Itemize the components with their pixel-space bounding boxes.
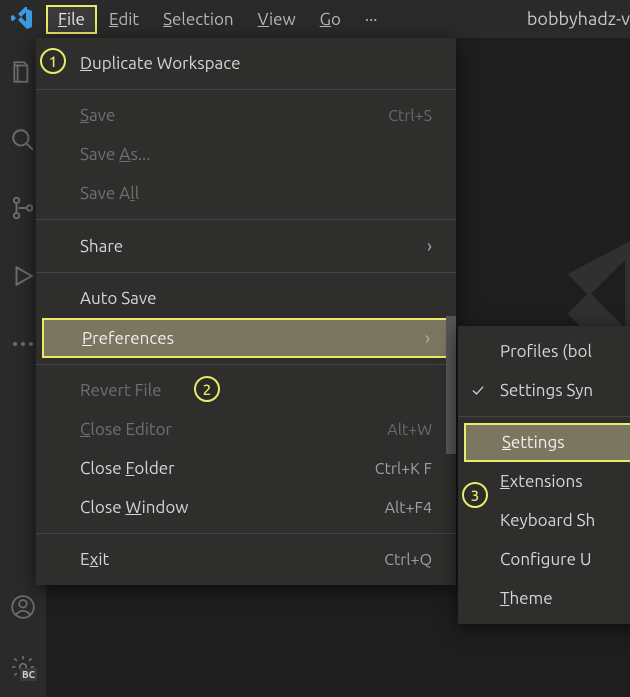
- menu-overflow[interactable]: ···: [353, 5, 390, 34]
- submenu-item-settings-sync[interactable]: ✓ Settings Syn: [458, 371, 630, 410]
- menu-item-save-all[interactable]: Save All: [36, 174, 456, 213]
- menu-selection[interactable]: Selection: [151, 5, 246, 34]
- chevron-right-icon: ›: [427, 236, 432, 256]
- submenu-item-settings[interactable]: Settings: [464, 423, 630, 462]
- submenu-item-profiles[interactable]: Profiles (bol: [458, 332, 630, 371]
- menu-item-save-as[interactable]: Save As...: [36, 135, 456, 174]
- menu-separator: [36, 272, 456, 273]
- annotation-1: 1: [40, 48, 66, 74]
- menu-item-auto-save[interactable]: Auto Save: [36, 279, 456, 318]
- menu-item-revert-file[interactable]: Revert File: [36, 371, 456, 410]
- run-debug-icon[interactable]: [9, 262, 37, 290]
- menubar: File Edit Selection View Go ··· bobbyhad…: [0, 0, 630, 38]
- annotation-2: 2: [194, 376, 220, 402]
- submenu-item-configure[interactable]: Configure U: [458, 540, 630, 579]
- menu-item-close-editor[interactable]: Close Editor Alt+W: [36, 410, 456, 449]
- menu-separator: [36, 219, 456, 220]
- menu-item-close-folder[interactable]: Close Folder Ctrl+K F: [36, 449, 456, 488]
- file-menu: Duplicate Workspace Save Ctrl+S Save As.…: [36, 38, 456, 585]
- menu-separator: [458, 416, 630, 417]
- annotation-3: 3: [462, 482, 488, 508]
- menu-item-close-window[interactable]: Close Window Alt+F4: [36, 488, 456, 527]
- account-icon[interactable]: [9, 593, 37, 621]
- menu-item-preferences[interactable]: Preferences ›: [42, 318, 450, 358]
- menu-item-exit[interactable]: Exit Ctrl+Q: [36, 540, 456, 579]
- window-title: bobbyhadz-v: [527, 0, 630, 38]
- submenu-item-theme[interactable]: Theme: [458, 579, 630, 618]
- menu-view[interactable]: View: [246, 5, 308, 34]
- preferences-submenu: Profiles (bol ✓ Settings Syn Settings Ex…: [458, 326, 630, 624]
- check-icon: ✓: [472, 381, 484, 400]
- chevron-right-icon: ›: [425, 328, 430, 348]
- badge-bc: BC: [20, 668, 37, 681]
- menu-file[interactable]: File: [46, 5, 97, 34]
- menu-go[interactable]: Go: [308, 5, 353, 34]
- menu-item-share[interactable]: Share ›: [36, 226, 456, 266]
- menu-scrollbar[interactable]: [446, 316, 456, 454]
- menu-edit[interactable]: Edit: [97, 5, 151, 34]
- menu-separator: [36, 533, 456, 534]
- source-control-icon[interactable]: [9, 194, 37, 222]
- submenu-item-keyboard-shortcuts[interactable]: Keyboard Sh: [458, 501, 630, 540]
- menu-separator: [36, 89, 456, 90]
- menu-item-save[interactable]: Save Ctrl+S: [36, 96, 456, 135]
- vscode-logo-icon: [10, 7, 34, 31]
- menu-separator: [36, 364, 456, 365]
- search-icon[interactable]: [9, 126, 37, 154]
- menu-item-duplicate-workspace[interactable]: Duplicate Workspace: [36, 44, 456, 83]
- more-icon[interactable]: [9, 330, 37, 358]
- explorer-icon[interactable]: [9, 58, 37, 86]
